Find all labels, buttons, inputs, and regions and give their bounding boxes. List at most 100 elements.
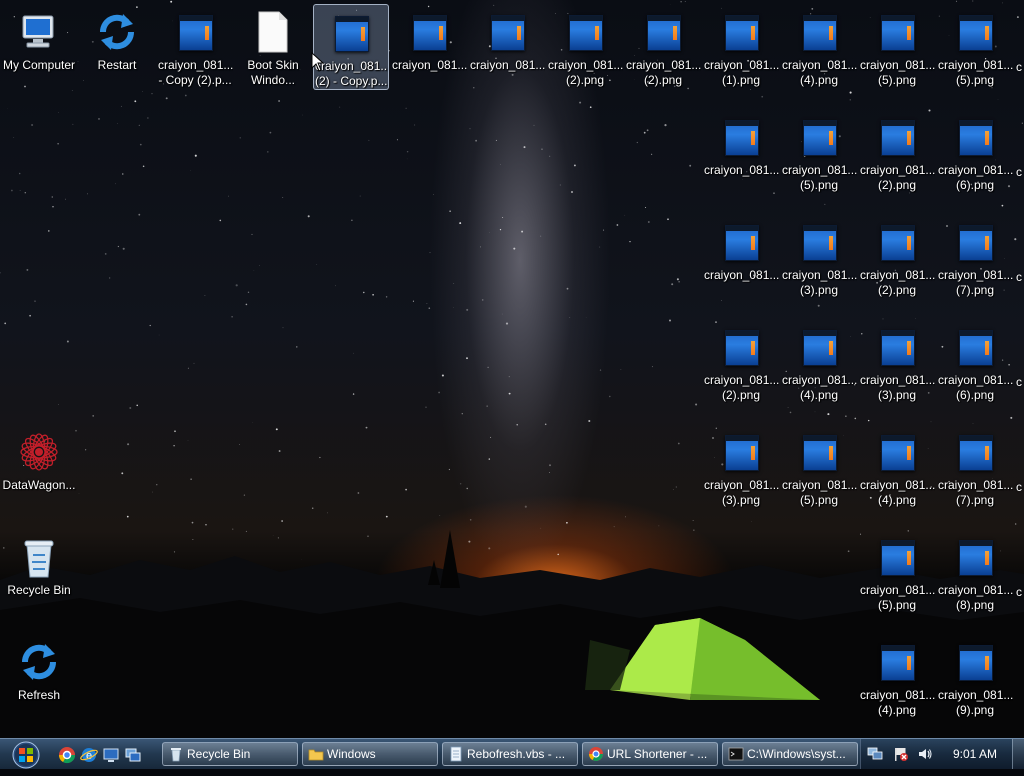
computer-icon[interactable] (102, 746, 120, 764)
desktop-icon[interactable]: craiyon_081... (3).png (781, 214, 857, 300)
start-button[interactable] (6, 741, 46, 771)
window-switch-icon[interactable] (124, 746, 142, 764)
desktop-icon[interactable]: craiyon_081... (7).png (937, 214, 1013, 300)
desktop-icon-label-clipped[interactable]: c (1016, 60, 1022, 74)
desktop-icon[interactable]: craiyon_081... - Copy (2).p... (157, 4, 233, 90)
desktop-icon-label: craiyon_081... (3).png (781, 268, 857, 298)
desktop-icon[interactable]: craiyon_081... (391, 4, 467, 90)
taskbar-clock[interactable]: 9:01 AM (950, 739, 1000, 769)
taskbar-button[interactable]: Windows (302, 742, 438, 766)
desktop-icon-label: craiyon_081... (7).png (937, 268, 1013, 298)
volume-icon[interactable] (917, 746, 933, 762)
desktop-icon[interactable]: craiyon_081... (2).png (625, 4, 701, 90)
desktop-icon-label: craiyon_081... (469, 58, 545, 73)
taskbar-button-label: C:\Windows\syst... (747, 747, 846, 761)
desktop-icon-label-clipped[interactable]: c (1016, 480, 1022, 494)
image-thumbnail-icon (875, 430, 919, 474)
desktop-icon[interactable]: craiyon_081... (2).png (859, 214, 935, 300)
desktop-icon-label: craiyon_081... (8).png (937, 583, 1013, 613)
datawagon-icon (17, 430, 61, 474)
desktop-icon-label: Recycle Bin (1, 583, 77, 598)
desktop-icon-label: craiyon_081... (2).png (859, 268, 935, 298)
desktop-icon[interactable]: craiyon_081... (703, 109, 779, 195)
internet-explorer-icon[interactable]: e (80, 746, 98, 764)
image-thumbnail-icon (875, 640, 919, 684)
cmd-icon (728, 746, 744, 762)
image-thumbnail-icon (953, 640, 997, 684)
image-thumbnail-icon (953, 115, 997, 159)
desktop-icon[interactable]: craiyon_081... (4).png (781, 4, 857, 90)
image-thumbnail-icon (953, 220, 997, 264)
desktop-icon[interactable]: craiyon_081... (7).png (937, 424, 1013, 510)
image-thumbnail-icon (875, 10, 919, 54)
desktop-icon[interactable]: craiyon_081... (4).png (781, 319, 857, 405)
desktop-icon-label: craiyon_081... (4).png (781, 58, 857, 88)
desktop-icon[interactable]: My Computer (1, 4, 77, 90)
computer-icon (17, 10, 61, 54)
desktop-icon[interactable]: craiyon_081... (1).png (703, 4, 779, 90)
image-thumbnail-icon (407, 10, 451, 54)
restart-icon (95, 10, 139, 54)
desktop-icon-label-clipped[interactable]: c (1016, 375, 1022, 389)
image-thumbnail-icon (719, 115, 763, 159)
image-thumbnail-icon (485, 10, 529, 54)
desktop-icon[interactable]: Restart (79, 4, 155, 90)
desktop-icon[interactable]: craiyon_081... (5).png (937, 4, 1013, 90)
desktop-icon-label: craiyon_081... (6).png (937, 373, 1013, 403)
desktop-icon[interactable]: craiyon_081... (703, 214, 779, 300)
desktop-icon[interactable]: craiyon_081... (4).png (859, 424, 935, 510)
taskbar-button-label: Windows (327, 747, 376, 761)
image-thumbnail-icon (875, 325, 919, 369)
taskbar-button[interactable]: Recycle Bin (162, 742, 298, 766)
desktop-icon[interactable]: craiyon_081... (5).png (859, 529, 935, 615)
desktop-icon[interactable]: craiyon_081... (9).png (937, 634, 1013, 720)
taskbar: e Recycle Bin Windows Rebofresh.vbs - ...U… (0, 738, 1024, 769)
image-thumbnail-icon (875, 535, 919, 579)
desktop-icon-label: craiyon_081... (703, 268, 779, 283)
image-thumbnail-icon (797, 115, 841, 159)
desktop-icon-label: craiyon_081... (1).png (703, 58, 779, 88)
desktop-icon-label: craiyon_081... (5).png (859, 583, 935, 613)
desktop-icon[interactable]: craiyon_081... (469, 4, 545, 90)
desktop-icon[interactable]: craiyon_081... (5).png (781, 424, 857, 510)
taskbar-button[interactable]: C:\Windows\syst... (722, 742, 858, 766)
network-icon[interactable] (867, 746, 883, 762)
desktop-icon[interactable]: craiyon_081... (2).png (547, 4, 623, 90)
image-thumbnail-icon (875, 115, 919, 159)
desktop-icon[interactable]: craiyon_081... (6).png (937, 319, 1013, 405)
flag-alert-icon[interactable] (893, 746, 909, 762)
notepad-icon (448, 746, 464, 762)
desktop-icon-label: craiyon_081... (5).png (781, 163, 857, 193)
desktop-icon-label: craiyon_081... (4).png (859, 688, 935, 718)
desktop-icon-label: DataWagon... (1, 478, 77, 493)
desktop-icon-label-clipped[interactable]: c (1016, 270, 1022, 284)
image-thumbnail-icon (719, 430, 763, 474)
desktop-icon-label: craiyon_081... (9).png (937, 688, 1013, 718)
image-thumbnail-icon (641, 10, 685, 54)
show-desktop-button[interactable] (1012, 739, 1024, 769)
desktop[interactable]: My ComputerRestartcraiyon_081... - Copy … (0, 0, 1024, 738)
image-thumbnail-icon (875, 220, 919, 264)
desktop-icon-label: craiyon_081... (5).png (859, 58, 935, 88)
chrome-icon[interactable] (58, 746, 76, 764)
taskbar-button[interactable]: URL Shortener - ... (582, 742, 718, 766)
desktop-icon[interactable]: DataWagon... (1, 424, 77, 510)
desktop-icon[interactable]: craiyon_081... (2).png (859, 109, 935, 195)
image-thumbnail-icon (953, 430, 997, 474)
desktop-icon[interactable]: Refresh (1, 634, 77, 720)
desktop-icon[interactable]: Boot Skin Windo... (235, 4, 311, 90)
desktop-icon[interactable]: Recycle Bin (1, 529, 77, 615)
desktop-icon[interactable]: craiyon_081... (3).png (859, 319, 935, 405)
desktop-icon[interactable]: craiyon_081... (5).png (859, 4, 935, 90)
desktop-icon-label-clipped[interactable]: c (1016, 585, 1022, 599)
desktop-icon-label: craiyon_081... (2) - Copy.p... (314, 59, 388, 89)
taskbar-button[interactable]: Rebofresh.vbs - ... (442, 742, 578, 766)
desktop-icon[interactable]: craiyon_081... (8).png (937, 529, 1013, 615)
desktop-icon[interactable]: craiyon_081... (5).png (781, 109, 857, 195)
desktop-icon[interactable]: craiyon_081... (3).png (703, 424, 779, 510)
desktop-icon[interactable]: craiyon_081... (4).png (859, 634, 935, 720)
desktop-icon[interactable]: craiyon_081... (2) - Copy.p... (313, 4, 389, 90)
desktop-icon[interactable]: craiyon_081... (2).png (703, 319, 779, 405)
desktop-icon[interactable]: craiyon_081... (6).png (937, 109, 1013, 195)
desktop-icon-label-clipped[interactable]: c (1016, 165, 1022, 179)
